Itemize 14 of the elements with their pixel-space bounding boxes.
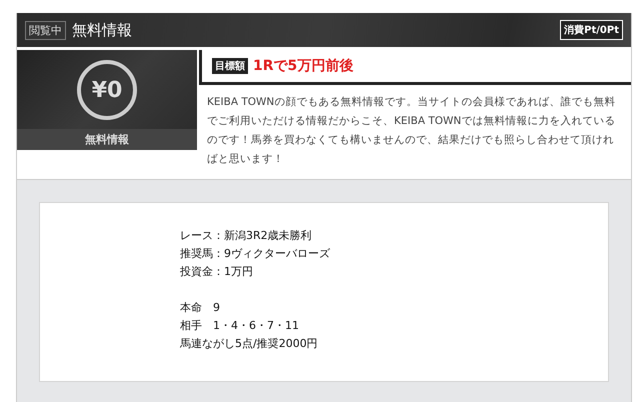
info-line: 相手 1・4・6・7・11 — [180, 318, 300, 334]
info-line: 馬連ながし5点/推奨2000円 — [180, 336, 319, 352]
target-value: 1Rで5万円前後 — [253, 57, 354, 75]
info-line: 推奨馬：9ヴィクターバローズ — [180, 246, 331, 262]
price-amount: ¥0 — [92, 78, 122, 102]
points-label: 消費Pt/0Pt — [560, 20, 623, 40]
info-line: 投資金：1万円 — [180, 264, 254, 280]
info-line: 本命 9 — [180, 300, 221, 316]
description: KEIBA TOWNの顔でもある無料情報です。当サイトの会員様であれば、誰でも無料でご利用いただける情報だからこそ、KEIBA TOWNでは無料情報に力を入れているのです！馬券を買わなくても構いませんので、結果だけでも照らし合わせて頂ければと思います！ — [207, 95, 616, 167]
target-tag: 目標額 — [212, 58, 248, 74]
viewing-label: 閲覧中 — [25, 20, 66, 40]
info-line: レース：新潟3R2歳未勝利 — [180, 228, 313, 244]
page-title: 無料情報 — [72, 20, 133, 40]
price-label: 無料情報 — [17, 129, 197, 150]
